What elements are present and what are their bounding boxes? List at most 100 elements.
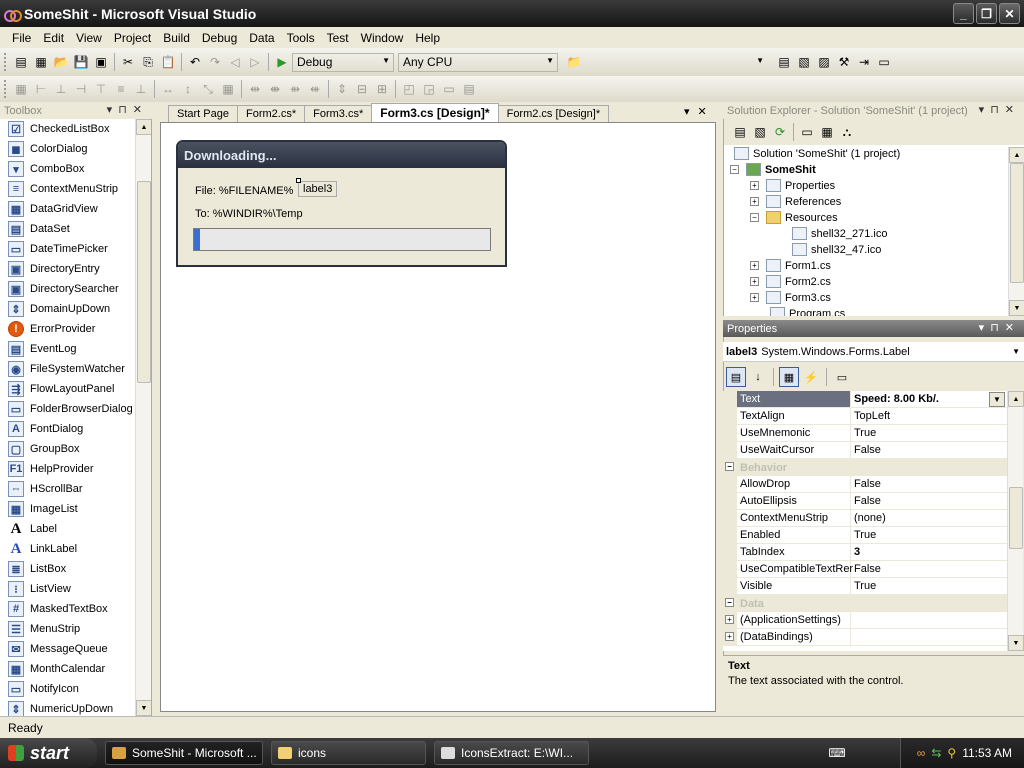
tab-order-icon[interactable]: ▭ [441,81,457,97]
tree-node-form3[interactable]: + Form3.cs [750,291,831,304]
configuration-select[interactable]: Debug ▼ [292,52,394,72]
download-progress-bar[interactable] [193,228,491,251]
scroll-down-icon[interactable]: ▼ [136,700,151,716]
show-all-files-icon[interactable]: ▧ [752,124,768,140]
categorized-icon[interactable]: ▤ [726,367,746,387]
toolbox-item[interactable]: F1 HelpProvider [0,459,151,479]
toolbox-item[interactable]: ▭ FolderBrowserDialog [0,399,151,419]
menu-view[interactable]: View [70,31,108,45]
keyboard-icon[interactable]: ⌨ [828,745,845,761]
tab-form2-design[interactable]: Form2.cs [Design]* [497,105,610,122]
toolbox-item[interactable]: ☑ CheckedListBox [0,119,151,139]
align-middles-icon[interactable]: ≡ [113,81,129,97]
bring-to-front-icon[interactable]: ◰ [401,81,417,97]
collapse-icon[interactable]: − [725,598,734,607]
property-row[interactable]: UseCompatibleTextRer False [723,561,1007,578]
scroll-thumb[interactable] [1010,163,1024,283]
tree-node-project[interactable]: − SomeShit [730,163,816,176]
toolbox-item[interactable]: ▦ DataGridView [0,199,151,219]
property-group[interactable]: + (DataBindings) [723,629,1007,646]
toolbar-grip[interactable] [4,80,7,98]
menu-project[interactable]: Project [108,31,157,45]
restore-button[interactable]: ❐ [976,3,997,24]
menu-help[interactable]: Help [409,31,446,45]
toolbox-item[interactable]: ▣ DirectoryEntry [0,259,151,279]
menu-window[interactable]: Window [355,31,410,45]
tree-node-form2[interactable]: + Form2.cs [750,275,831,288]
toolbox-scrollbar[interactable]: ▲ ▼ [135,119,151,716]
toolbox-item[interactable]: ◼ ColorDialog [0,139,151,159]
property-row[interactable]: Enabled True [723,527,1007,544]
toolbar-grip[interactable] [4,53,7,71]
save-all-icon[interactable]: ▣ [93,54,109,70]
toolbox-icon[interactable]: ⚒ [836,54,852,70]
align-lefts-icon[interactable]: ⊢ [33,81,49,97]
new-project-icon[interactable]: ▤ [13,54,29,70]
property-row[interactable]: TabIndex 3 [723,544,1007,561]
toolbox-item[interactable]: A Label [0,519,151,539]
expand-icon[interactable]: + [750,261,759,270]
toolbox-item[interactable]: ⇔ HScrollBar [0,479,151,499]
tree-node-program[interactable]: Program.cs [770,307,845,316]
tray-app-icon[interactable]: ∞ [917,746,926,760]
toolbox-item[interactable]: ▭ DateTimePicker [0,239,151,259]
tab-start-page[interactable]: Start Page [168,105,238,122]
toolbox-item[interactable]: A LinkLabel [0,539,151,559]
resize-handle[interactable] [296,178,301,183]
scroll-down-icon[interactable]: ▼ [1009,300,1024,316]
command-window-icon[interactable]: ▭ [876,54,892,70]
dropdown-arrow-icon[interactable]: ▼ [1012,347,1020,356]
property-row-text[interactable]: Text Speed: 8.00 Kb/. [723,391,1007,408]
size-to-grid-icon[interactable]: ▦ [220,81,236,97]
property-category-data[interactable]: − Data [723,595,1007,612]
toolbox-item[interactable]: ▭ NotifyIcon [0,679,151,699]
open-file-icon[interactable]: 📂 [53,54,69,70]
toolbox-item[interactable]: ▦ ImageList [0,499,151,519]
panel-controls[interactable]: ▾⊓✕ [979,103,1020,116]
solution-explorer-icon[interactable]: ▤ [776,54,792,70]
save-icon[interactable]: 💾 [73,54,89,70]
toolbox-item[interactable]: ! ErrorProvider [0,319,151,339]
find-in-files-icon[interactable]: 📁 [566,54,582,70]
property-row[interactable]: AutoEllipsis False [723,493,1007,510]
tree-node-solution[interactable]: Solution 'SomeShit' (1 project) [734,147,900,160]
expand-icon[interactable]: + [725,632,734,641]
menu-debug[interactable]: Debug [196,31,243,45]
navigate-forward-icon[interactable]: ▷ [247,54,263,70]
collapse-icon[interactable]: − [725,462,734,471]
remove-spacing-icon[interactable]: ⇺ [307,81,323,97]
designed-form-window[interactable]: Downloading... File: %FILENAME% label3 T… [176,140,507,267]
toolbox-item[interactable]: A FontDialog [0,419,151,439]
menu-edit[interactable]: Edit [37,31,70,45]
send-to-back-icon[interactable]: ◲ [421,81,437,97]
align-centers-icon[interactable]: ⊥ [53,81,69,97]
panel-controls[interactable]: ▾⊓✕ [979,321,1020,334]
expand-icon[interactable]: + [750,293,759,302]
clock[interactable]: 11:53 AM [962,746,1012,760]
menu-tools[interactable]: Tools [281,31,321,45]
scroll-thumb[interactable] [1009,487,1023,549]
redo-icon[interactable]: ↷ [207,54,223,70]
scroll-up-icon[interactable]: ▲ [1008,391,1024,407]
tree-node-form1[interactable]: + Form1.cs [750,259,831,272]
tab-form3-cs[interactable]: Form3.cs* [304,105,373,122]
make-same-width-icon[interactable]: ↔ [160,81,176,97]
start-debugging-icon[interactable]: ▶ [274,54,290,70]
property-row[interactable]: Visible True [723,578,1007,595]
toolbox-item[interactable]: ▤ DataSet [0,219,151,239]
align-to-grid-icon[interactable]: ▦ [13,81,29,97]
properties-window-icon[interactable]: ▧ [796,54,812,70]
toolbox-item[interactable]: ≡ ContextMenuStrip [0,179,151,199]
horizontal-spacing-icon[interactable]: ⇹ [247,81,263,97]
toolbox-item[interactable]: ⇕ DomainUpDown [0,299,151,319]
paste-icon[interactable]: 📋 [160,54,176,70]
add-item-icon[interactable]: ▦ [33,54,49,70]
menu-file[interactable]: File [6,31,37,45]
file-label[interactable]: File: %FILENAME% [195,185,293,197]
tree-node-file[interactable]: shell32_47.ico [792,243,881,256]
panel-controls[interactable]: ▾⊓✕ [107,103,148,116]
toolbox-item[interactable]: ▦ MonthCalendar [0,659,151,679]
undo-icon[interactable]: ↶ [187,54,203,70]
platform-select[interactable]: Any CPU ▼ [398,52,558,72]
make-same-height-icon[interactable]: ↕ [180,81,196,97]
